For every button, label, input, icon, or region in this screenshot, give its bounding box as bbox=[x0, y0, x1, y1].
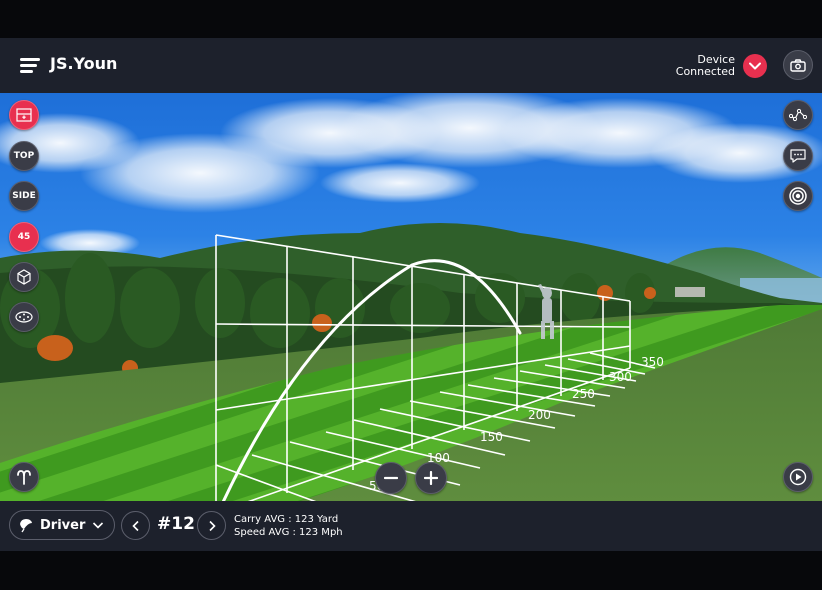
golf-ball-club-icon bbox=[20, 519, 32, 533]
camera-button[interactable] bbox=[783, 50, 813, 80]
shot-number: #12 bbox=[157, 514, 195, 534]
device-connected-badge[interactable] bbox=[743, 54, 767, 78]
view-3d-button[interactable] bbox=[9, 262, 39, 292]
device-status-text: Device Connected bbox=[676, 54, 735, 78]
ball-position-icon bbox=[15, 311, 33, 323]
range-view-icon bbox=[16, 108, 32, 122]
distance-labels: 50 100 150 200 250 300 350 bbox=[0, 93, 822, 501]
next-shot-button[interactable] bbox=[197, 511, 226, 540]
shot-stats: Carry AVG : 123 Yard Speed AVG : 123 Mph bbox=[234, 513, 343, 539]
chat-button[interactable] bbox=[783, 141, 813, 171]
range-view-button[interactable] bbox=[9, 100, 39, 130]
check-icon bbox=[749, 62, 761, 70]
chat-bubble-icon bbox=[790, 149, 806, 163]
carry-average: Carry AVG : 123 Yard bbox=[234, 514, 339, 525]
swing-path-icon bbox=[17, 470, 31, 485]
view-side-button[interactable]: SIDE bbox=[9, 181, 39, 211]
plus-icon bbox=[424, 471, 438, 485]
zoom-in-button[interactable] bbox=[415, 462, 447, 494]
distance-label-250: 250 bbox=[572, 387, 595, 401]
trajectory-graph-icon bbox=[789, 108, 807, 122]
distance-label-300: 300 bbox=[609, 370, 632, 384]
replay-button[interactable] bbox=[783, 462, 813, 492]
play-icon bbox=[789, 468, 807, 486]
target-icon bbox=[789, 187, 807, 205]
distance-label-150: 150 bbox=[480, 430, 503, 444]
top-bar: JS.Youn Device Connected bbox=[0, 38, 822, 93]
trajectory-graph-button[interactable] bbox=[783, 100, 813, 130]
club-select[interactable]: Driver bbox=[9, 510, 115, 540]
target-button[interactable] bbox=[783, 181, 813, 211]
golf-simulator-app: JS.Youn Device Connected 100 150 200 250… bbox=[0, 38, 822, 551]
chevron-down-icon bbox=[92, 522, 104, 529]
distance-label-200: 200 bbox=[528, 408, 551, 422]
view-top-button[interactable]: TOP bbox=[9, 141, 39, 171]
device-status-line2: Connected bbox=[675, 65, 735, 78]
club-select-value: Driver bbox=[40, 517, 86, 533]
camera-icon bbox=[790, 58, 806, 72]
chevron-left-icon bbox=[131, 520, 139, 531]
zoom-out-button[interactable] bbox=[375, 462, 407, 494]
driving-range-scene: 50 100 150 200 250 300 350 TOP SIDE 45 bbox=[0, 93, 822, 501]
swing-path-button[interactable] bbox=[9, 462, 39, 492]
view-45-button[interactable]: 45 bbox=[9, 222, 39, 252]
previous-shot-button[interactable] bbox=[121, 511, 150, 540]
speed-average: Speed AVG : 123 Mph bbox=[234, 527, 343, 538]
distance-label-350: 350 bbox=[641, 355, 664, 369]
ball-position-button[interactable] bbox=[9, 302, 39, 332]
chevron-right-icon bbox=[208, 520, 216, 531]
user-name: JS.Youn bbox=[50, 54, 118, 73]
minus-icon bbox=[384, 476, 398, 480]
3d-cube-icon bbox=[17, 269, 31, 285]
bottom-bar: Driver #12 Carry AVG : 123 Yard Speed AV… bbox=[0, 501, 822, 551]
hamburger-menu-icon[interactable] bbox=[20, 58, 40, 74]
